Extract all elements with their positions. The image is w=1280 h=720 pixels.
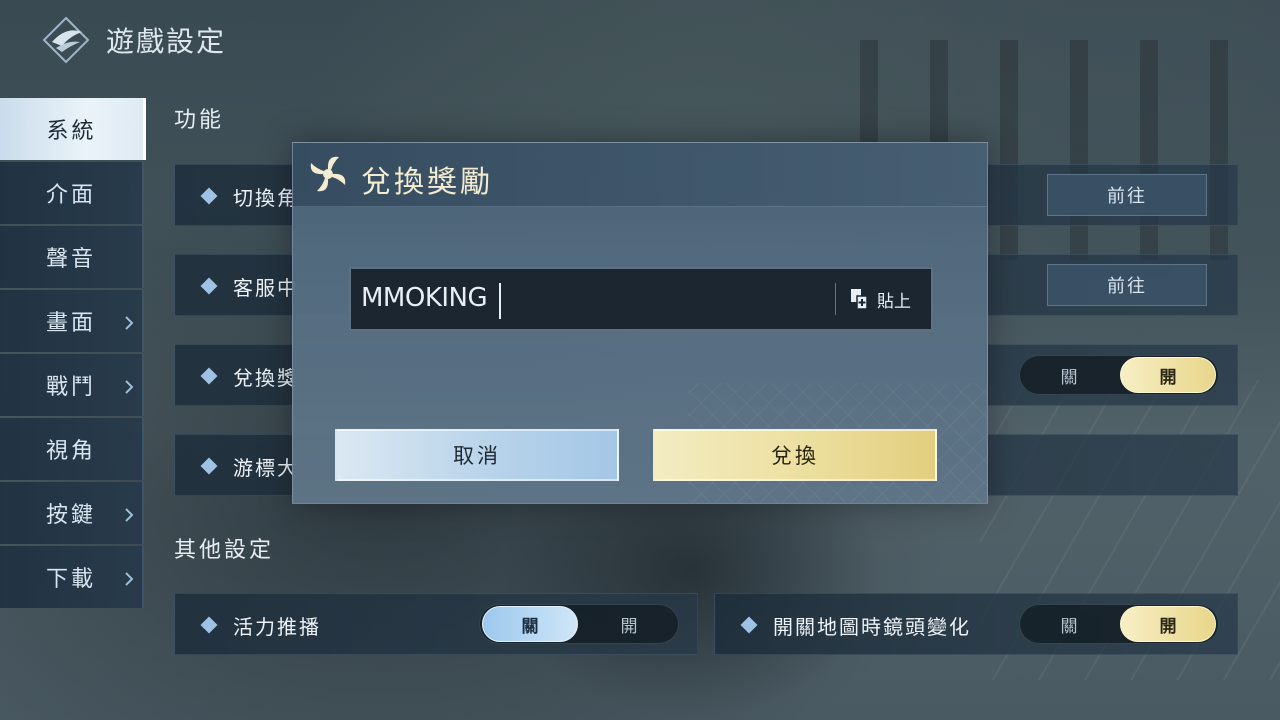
sidebar-item-label: 戰鬥: [45, 375, 96, 400]
wing-emblem-icon: [42, 16, 90, 64]
go-to-button[interactable]: 前往: [1047, 264, 1207, 306]
chevron-right-icon: [124, 376, 134, 394]
toggle-off-option[interactable]: 關: [1022, 357, 1116, 393]
diamond-bullet-icon: [200, 457, 218, 475]
dialog-title: 兌換獎勵: [361, 165, 493, 200]
sidebar-item-graphics[interactable]: 畫面: [0, 290, 144, 352]
sidebar-item-label: 下載: [45, 567, 96, 592]
sidebar-item-sound[interactable]: 聲音: [0, 226, 144, 288]
sidebar-item-download[interactable]: 下載: [0, 546, 144, 608]
redeem-code-input[interactable]: MMOKING 貼上: [349, 267, 933, 331]
paste-icon: [851, 289, 868, 310]
setting-label: 切換角: [233, 186, 299, 210]
diamond-bullet-icon: [200, 277, 218, 295]
chevron-right-icon: [124, 504, 134, 522]
toggle-on-option[interactable]: 開: [582, 606, 676, 642]
redeem-reward-toggle[interactable]: 關 開: [1019, 355, 1219, 395]
sidebar-item-combat[interactable]: 戰鬥: [0, 354, 144, 416]
sidebar-item-label: 介面: [45, 183, 96, 208]
redeem-code-value: MMOKING: [361, 283, 488, 313]
setting-row-map-camera: 開關地圖時鏡頭變化 關 開: [714, 593, 1238, 655]
sidebar-item-system[interactable]: 系統: [0, 98, 146, 160]
toggle-off-option[interactable]: 關: [1022, 606, 1116, 642]
chevron-right-icon: [124, 312, 134, 330]
toggle-on-option[interactable]: 開: [1120, 606, 1216, 642]
paste-label: 貼上: [877, 291, 911, 312]
sidebar-item-label: 系統: [46, 119, 97, 144]
sidebar-item-label: 畫面: [45, 311, 96, 336]
sidebar-item-keys[interactable]: 按鍵: [0, 482, 144, 544]
vitality-push-toggle[interactable]: 關 開: [479, 604, 679, 644]
diamond-bullet-icon: [200, 367, 218, 385]
sidebar-item-label: 視角: [45, 439, 96, 464]
diamond-bullet-icon: [740, 616, 758, 634]
dialog-header: 兌換獎勵: [293, 143, 987, 207]
sidebar-item-label: 聲音: [45, 247, 96, 272]
setting-label: 活力推播: [233, 615, 321, 639]
section-title-other: 其他設定: [174, 538, 275, 563]
text-caret: [499, 283, 501, 319]
chevron-right-icon: [124, 568, 134, 586]
setting-label: 客服中: [233, 276, 299, 300]
input-divider: [835, 283, 836, 315]
map-camera-toggle[interactable]: 關 開: [1019, 604, 1219, 644]
redeem-button[interactable]: 兌換: [653, 429, 937, 481]
redeem-reward-dialog: 兌換獎勵 MMOKING 貼上 取消 兌換: [292, 142, 988, 504]
toggle-off-option[interactable]: 關: [482, 606, 578, 642]
settings-header: 遊戲設定: [40, 14, 226, 66]
sidebar-item-interface[interactable]: 介面: [0, 162, 144, 224]
settings-sidebar: 系統 介面 聲音 畫面 戰鬥 視角 按鍵 下載: [0, 98, 146, 610]
page-title: 遊戲設定: [106, 25, 227, 58]
setting-label: 游標大: [233, 456, 299, 480]
go-to-button[interactable]: 前往: [1047, 174, 1207, 216]
cancel-button[interactable]: 取消: [335, 429, 619, 481]
paste-button[interactable]: 貼上: [847, 283, 911, 315]
toggle-on-option[interactable]: 開: [1120, 357, 1216, 393]
sidebar-item-label: 按鍵: [45, 503, 96, 528]
sidebar-item-camera[interactable]: 視角: [0, 418, 144, 480]
diamond-bullet-icon: [200, 187, 218, 205]
setting-label: 開關地圖時鏡頭變化: [773, 615, 971, 639]
pinwheel-icon: [310, 156, 346, 192]
setting-label: 兌換獎: [233, 366, 299, 390]
diamond-bullet-icon: [200, 616, 218, 634]
section-title-function: 功能: [174, 108, 225, 133]
setting-row-vitality-push: 活力推播 關 開: [174, 593, 698, 655]
